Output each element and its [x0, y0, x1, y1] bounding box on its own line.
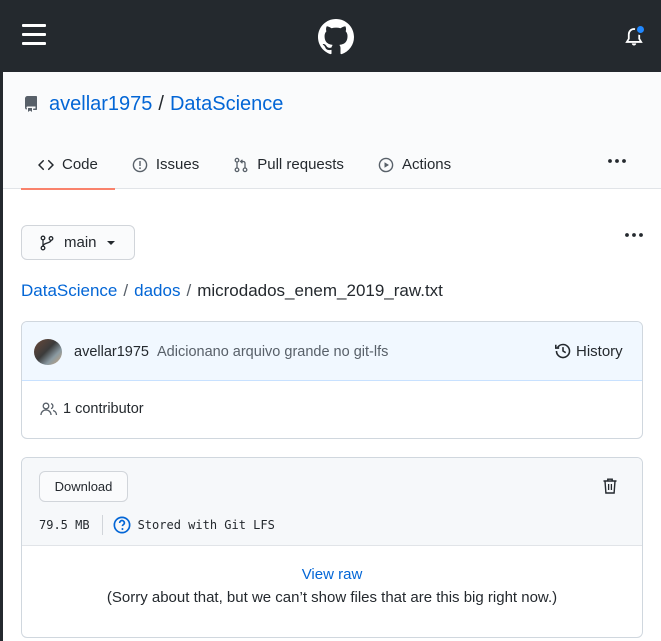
repo-title: avellar1975 / DataScience [23, 92, 283, 116]
repo-separator: / [158, 92, 164, 115]
tab-code-label: Code [62, 156, 98, 173]
trash-icon[interactable] [602, 477, 618, 495]
people-icon [40, 402, 58, 416]
tab-actions[interactable]: Actions [361, 140, 468, 189]
commit-box: avellar1975 Adicionano arquivo grande no… [21, 321, 643, 439]
breadcrumb: DataScience / dados / microdados_enem_20… [21, 280, 443, 302]
top-bar [0, 0, 661, 72]
view-raw-container: View raw [22, 566, 642, 583]
issue-icon [132, 157, 148, 172]
file-size: 79.5 MB [39, 518, 90, 532]
avatar[interactable] [34, 339, 62, 365]
question-icon[interactable] [113, 516, 131, 534]
repo-header: avellar1975 / DataScience Code Issues Pu… [3, 72, 661, 190]
contributors-link[interactable]: 1 contributor [40, 401, 144, 417]
commit-message-link[interactable]: Adicionano arquivo grande no git-lfs [157, 344, 388, 360]
breadcrumb-repo-link[interactable]: DataScience [21, 281, 117, 301]
branch-selector[interactable]: main [21, 225, 135, 260]
divider [101, 515, 103, 535]
hamburger-icon[interactable] [22, 24, 46, 46]
file-too-big-message: (Sorry about that, but we can’t show fil… [106, 589, 558, 606]
history-button[interactable]: History [554, 342, 623, 360]
contributors-label: 1 contributor [63, 401, 144, 417]
notification-dot [635, 24, 646, 35]
breadcrumb-separator: / [186, 281, 192, 300]
play-icon [378, 157, 394, 172]
chevron-down-icon [106, 240, 115, 245]
repo-owner-link[interactable]: avellar1975 [49, 93, 152, 116]
tab-pull-requests[interactable]: Pull requests [216, 140, 361, 189]
tab-actions-label: Actions [401, 156, 452, 173]
latest-commit: avellar1975 Adicionano arquivo grande no… [22, 322, 642, 381]
repo-icon [24, 96, 37, 112]
file-info: 79.5 MB Stored with Git LFS [39, 514, 275, 536]
commit-text: avellar1975 Adicionano arquivo grande no… [74, 344, 388, 360]
file-body: View raw (Sorry about that, but we can’t… [22, 546, 642, 637]
tab-code[interactable]: Code [21, 140, 115, 190]
kebab-icon[interactable] [622, 226, 646, 244]
tab-issues[interactable]: Issues [115, 140, 216, 189]
breadcrumb-separator: / [123, 281, 129, 300]
file-header: Download 79.5 MB Stored with Git LFS [22, 458, 642, 546]
breadcrumb-folder-link[interactable]: dados [134, 281, 180, 301]
download-button[interactable]: Download [39, 471, 128, 502]
pull-request-icon [234, 157, 248, 172]
github-octocat-icon[interactable] [318, 19, 354, 55]
tab-issues-label: Issues [155, 156, 200, 173]
history-label: History [576, 342, 623, 360]
repo-name-link[interactable]: DataScience [170, 93, 283, 116]
code-icon [38, 159, 54, 170]
git-branch-icon [40, 235, 54, 250]
view-raw-link[interactable]: View raw [302, 566, 363, 583]
file-box: Download 79.5 MB Stored with Git LFS Vie… [21, 457, 643, 638]
breadcrumb-filename: microdados_enem_2019_raw.txt [197, 281, 443, 300]
history-icon [555, 343, 571, 359]
repo-nav: Code Issues Pull requests Actions [21, 140, 468, 190]
lfs-label: Stored with Git LFS [137, 518, 275, 532]
kebab-icon[interactable] [605, 152, 629, 170]
branch-label: main [64, 234, 97, 251]
tab-pull-requests-label: Pull requests [257, 156, 344, 173]
commit-author-link[interactable]: avellar1975 [74, 344, 149, 360]
